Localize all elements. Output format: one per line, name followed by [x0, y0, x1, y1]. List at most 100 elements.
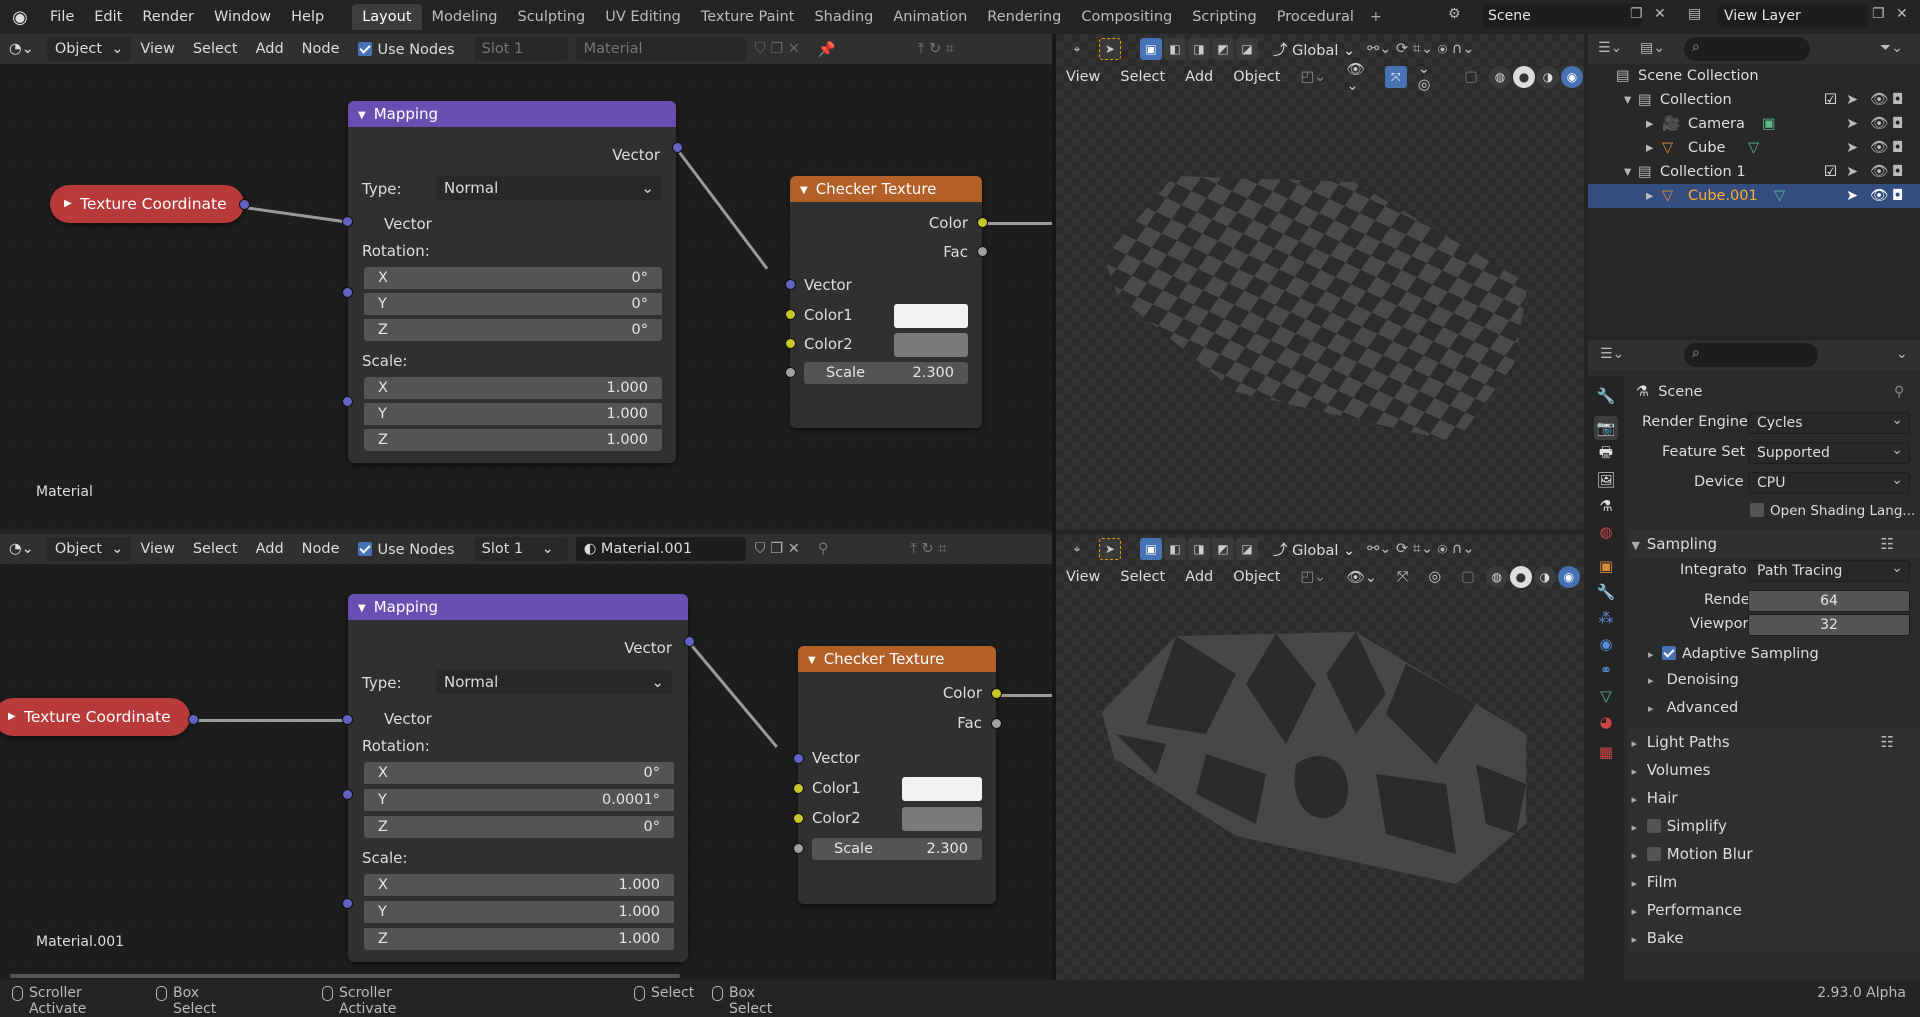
rotation-y-field[interactable]: Y 0.0001°: [364, 789, 674, 811]
slot-dropdown[interactable]: Slot 1 ⌄: [473, 537, 568, 561]
new-scene-icon[interactable]: ❐: [1630, 6, 1643, 22]
select-cursor-icon[interactable]: ➤: [1846, 184, 1858, 208]
delete-scene-icon[interactable]: ✕: [1654, 6, 1666, 22]
use-nodes-checkbox[interactable]: Use Nodes: [349, 540, 464, 558]
tab-animation[interactable]: Animation: [883, 4, 977, 30]
view-layer-tab-icon[interactable]: 🖼: [1594, 468, 1618, 492]
properties-editor[interactable]: ☰⌄ ⌕ ⌄ 🔧 📷 🖶 🖼 ⚗ ◍ ▣ 🔧 ⁂ ◉ ⚭ ▽ ◕ ▦ ⚗ Sce…: [1588, 340, 1920, 980]
pin-icon[interactable]: ⚲: [809, 541, 838, 557]
object-mode-dropdown[interactable]: Object ⌄: [46, 537, 132, 561]
display-mode-icon[interactable]: ▤⌄: [1640, 40, 1665, 56]
outliner-scene-collection[interactable]: ▤ Scene Collection: [1588, 64, 1920, 88]
bake-panel[interactable]: ▸ Bake: [1628, 924, 1920, 952]
world-tab-icon[interactable]: ◍: [1594, 520, 1618, 544]
performance-panel[interactable]: ▸ Performance: [1628, 896, 1920, 924]
tab-uv-editing[interactable]: UV Editing: [595, 4, 691, 30]
render-tab-icon[interactable]: 📷: [1594, 416, 1618, 440]
menu-select[interactable]: Select: [184, 541, 247, 557]
options-chevron-icon[interactable]: ⌄: [1896, 346, 1908, 362]
scale-x-field[interactable]: X 1.000: [364, 874, 674, 896]
editor-type-icon[interactable]: ◔⌄: [0, 41, 43, 57]
object-tab-icon[interactable]: ▣: [1594, 554, 1618, 578]
outliner-item-collection[interactable]: ▾ ▤ Collection ☑ ➤ 👁 ◘: [1588, 88, 1920, 112]
color2-swatch[interactable]: [902, 807, 982, 831]
texture-tab-icon[interactable]: ▦: [1594, 740, 1618, 764]
texture-coordinate-node[interactable]: Texture Coordinate: [50, 185, 244, 223]
checkbox-icon[interactable]: ☑: [1824, 160, 1837, 184]
advanced-subpanel[interactable]: ▸ Advanced: [1648, 700, 1738, 716]
mapping-node-title[interactable]: Mapping: [348, 594, 688, 620]
camera-render-icon[interactable]: ◘: [1892, 136, 1903, 160]
mapping-rotation-socket[interactable]: [342, 789, 353, 800]
texcoord-output-socket[interactable]: [239, 199, 250, 210]
mapping-vector-out-socket[interactable]: [684, 636, 695, 647]
material-actions-icon[interactable]: ⛉ ❐ ✕: [746, 541, 809, 557]
render-engine-dropdown[interactable]: Cycles: [1748, 410, 1910, 434]
rendered-cube-distorted[interactable]: [1056, 534, 1584, 980]
device-dropdown[interactable]: CPU: [1748, 470, 1910, 494]
volumes-panel[interactable]: ▸ Volumes: [1628, 756, 1920, 784]
checker-color2-socket[interactable]: [785, 338, 796, 349]
new-view-layer-icon[interactable]: ❐: [1872, 6, 1885, 22]
rotation-x-field[interactable]: X 0°: [364, 762, 674, 784]
adaptive-sampling-subpanel[interactable]: ▸ Adaptive Sampling: [1648, 644, 1819, 662]
menu-render[interactable]: Render: [132, 0, 204, 34]
tab-shading[interactable]: Shading: [804, 4, 883, 30]
delete-view-layer-icon[interactable]: ✕: [1896, 6, 1908, 22]
mapping-scale-socket[interactable]: [342, 396, 353, 407]
menu-help[interactable]: Help: [281, 0, 334, 34]
integrator-dropdown[interactable]: Path Tracing: [1748, 558, 1910, 582]
output-tab-icon[interactable]: 🖶: [1594, 442, 1618, 466]
editor-type-icon[interactable]: ☰⌄: [1600, 346, 1624, 362]
color1-swatch[interactable]: [902, 777, 982, 801]
select-cursor-icon[interactable]: ➤: [1846, 88, 1858, 112]
light-paths-panel[interactable]: ▸ Light Paths ☷: [1628, 728, 1920, 756]
presets-list-icon[interactable]: ☷: [1881, 728, 1894, 756]
checker-scale-socket[interactable]: [793, 843, 804, 854]
mapping-vector-in-socket[interactable]: [342, 216, 353, 227]
mapping-scale-socket[interactable]: [342, 898, 353, 909]
expand-arrow-icon[interactable]: ▸: [1646, 136, 1653, 160]
checker-color-out-socket[interactable]: [991, 688, 1002, 699]
expand-arrow-icon[interactable]: ▾: [1624, 88, 1631, 112]
outliner-search-input[interactable]: ⌕: [1684, 37, 1810, 61]
sampling-panel-header[interactable]: ▼ Sampling ☷: [1628, 530, 1920, 558]
menu-node[interactable]: Node: [293, 541, 349, 557]
menu-view[interactable]: View: [131, 541, 183, 557]
horizontal-scrollbar[interactable]: [10, 974, 680, 978]
viewport-samples-field[interactable]: 32: [1748, 614, 1910, 636]
checker-vector-in-socket[interactable]: [793, 753, 804, 764]
eye-icon[interactable]: 👁: [1870, 184, 1888, 208]
hair-panel[interactable]: ▸ Hair: [1628, 784, 1920, 812]
tab-compositing[interactable]: Compositing: [1071, 4, 1182, 30]
open-shading-language-checkbox[interactable]: Open Shading Lang...: [1750, 501, 1915, 519]
material-selector[interactable]: ◐ Material.001: [575, 537, 746, 561]
checker-scale-field[interactable]: Scale 2.300: [804, 362, 968, 384]
eye-icon[interactable]: 👁: [1870, 136, 1888, 160]
mapping-rotation-socket[interactable]: [342, 287, 353, 298]
parent-node-icon[interactable]: ⤒ ↻ ⌗: [909, 41, 963, 57]
checker-color1-socket[interactable]: [793, 783, 804, 794]
menu-window[interactable]: Window: [204, 0, 281, 34]
select-cursor-icon[interactable]: ➤: [1846, 160, 1858, 184]
simplify-panel[interactable]: ▸ Simplify: [1628, 812, 1920, 840]
checker-texture-node[interactable]: Checker Texture Color Fac Vector Color1 …: [790, 176, 982, 428]
menu-view[interactable]: View: [131, 41, 183, 57]
camera-render-icon[interactable]: ◘: [1892, 112, 1903, 136]
menu-add[interactable]: Add: [247, 41, 293, 57]
checker-fac-out-socket[interactable]: [977, 246, 988, 257]
scene-selector[interactable]: Scene: [1482, 4, 1642, 28]
expand-arrow-icon[interactable]: ▸: [1646, 112, 1653, 136]
properties-search-input[interactable]: ⌕: [1684, 343, 1818, 367]
object-mode-dropdown[interactable]: Object ⌄: [46, 37, 132, 61]
mapping-node-title[interactable]: Mapping: [348, 101, 676, 127]
view-layer-selector[interactable]: View Layer: [1718, 4, 1868, 28]
checker-scale-socket[interactable]: [785, 367, 796, 378]
use-nodes-checkbox[interactable]: Use Nodes: [349, 40, 464, 58]
checker-fac-out-socket[interactable]: [991, 718, 1002, 729]
camera-render-icon[interactable]: ◘: [1892, 88, 1903, 112]
add-workspace-icon[interactable]: +: [1364, 4, 1388, 30]
checker-node-title[interactable]: Checker Texture: [798, 646, 996, 672]
outliner-item-cube[interactable]: ▸ ▽ Cube ▽ ➤ 👁 ◘: [1588, 136, 1920, 160]
mapping-node[interactable]: Mapping Vector Type: Normal ⌄ Vector Rota…: [348, 101, 676, 463]
